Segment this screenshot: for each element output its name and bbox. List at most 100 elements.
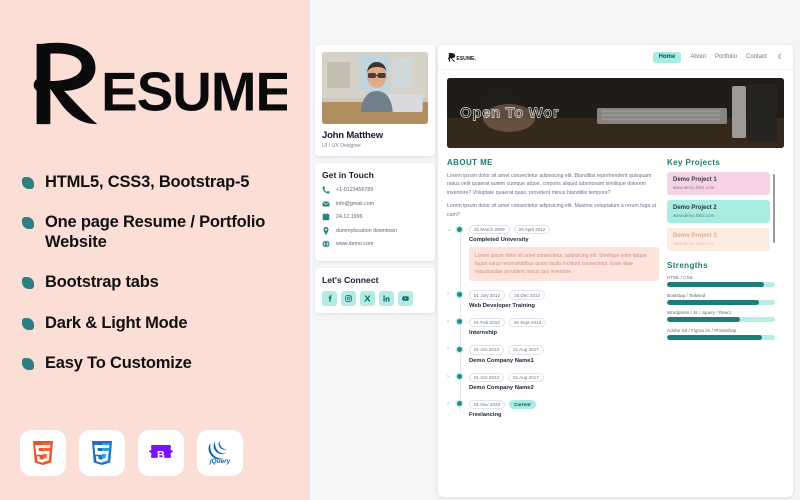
contact-value: info@gmail.com: [336, 200, 375, 207]
side-column: Key Projects Demo Project 1 www.demo.lin…: [667, 158, 775, 427]
skill-fill: [667, 299, 759, 305]
navbar-logo[interactable]: ESUME.: [447, 52, 481, 63]
youtube-icon[interactable]: [398, 290, 413, 306]
svg-text:B: B: [157, 449, 165, 461]
phone-icon: [322, 186, 330, 194]
timeline-start-date: 01 July 2012: [469, 290, 506, 300]
project-card[interactable]: Demo Project 1 www.demo.link1.com: [667, 172, 770, 195]
skill-label: Bootstap / Tailwind: [667, 292, 706, 298]
timeline-start-date: 01 Oct 2013: [469, 372, 505, 382]
nav-link-home[interactable]: Home: [652, 51, 682, 63]
timeline-item[interactable]: › 01 Feb 2013 26 Sept 2013 Internship: [447, 317, 659, 336]
status-badge: Current: [509, 399, 536, 410]
resume-logo: ESUME.: [22, 38, 287, 128]
timeline-dates: 01 Feb 2013 26 Sept 2013: [469, 317, 659, 328]
skill-label: HTML / CSS: [667, 275, 693, 280]
bullet-icon: [22, 317, 34, 330]
browser-content: ABOUT ME Lorem ipsum dolor sit amet cons…: [438, 148, 793, 427]
project-card[interactable]: Demo Project 2 www.demo.link2.com: [667, 200, 770, 223]
mail-icon: [322, 200, 330, 208]
chevron-right-icon[interactable]: ›: [447, 346, 449, 352]
timeline-item[interactable]: › 01 Oct 2013 31 Aug 2017 Demo Company N…: [447, 372, 659, 391]
moon-icon[interactable]: ☾: [778, 53, 784, 61]
bullet-icon: [22, 217, 34, 230]
project-link[interactable]: www.demo.link2.com: [673, 213, 764, 218]
instagram-icon[interactable]: [341, 290, 356, 306]
experience-timeline: ⌄ 31 March 2009 25 April 2012 Completed …: [447, 225, 659, 418]
project-name: Demo Project 1: [673, 177, 717, 183]
bullet-icon: [22, 357, 34, 370]
timeline-item[interactable]: › 01 Oct 2013 31 Aug 2017 Demo Company N…: [447, 345, 659, 364]
timeline-start-date: 01 Oct 2013: [469, 345, 505, 355]
skill-fill: [667, 334, 763, 340]
timeline-title: Web Developer Training: [469, 302, 535, 309]
bootstrap-icon: B: [148, 442, 174, 465]
chevron-down-icon[interactable]: ⌄: [447, 226, 452, 233]
feature-item: HTML5, CSS3, Bootstrap-5: [22, 172, 302, 192]
skill-label: Wordpress / Js / Jquery / React: [667, 310, 731, 315]
facebook-icon[interactable]: [322, 290, 337, 306]
bullet-icon: [22, 177, 34, 189]
bootstrap-badge: B: [138, 430, 184, 476]
feature-item: Easy To Customize: [22, 353, 302, 373]
preview-panel: John Matthew UI / UX Designer Get in Tou…: [310, 0, 800, 500]
bullet-icon: [22, 277, 34, 290]
strengths-title: Strengths: [667, 261, 708, 270]
x-twitter-icon[interactable]: [360, 290, 375, 306]
promo-panel: ESUME. HTML5, CSS3, Bootstrap-5 One page…: [0, 0, 310, 500]
contact-value: dummylocation downtown: [336, 227, 397, 234]
nav-link-portfolio[interactable]: Portfolio: [715, 54, 737, 60]
skill-item: HTML / CSS: [667, 275, 775, 287]
nav-link-about[interactable]: About: [690, 54, 706, 60]
timeline-start-date: 01 Nov 2023: [469, 399, 506, 410]
html5-badge: [20, 430, 66, 476]
about-paragraph: Lorem ipsum dolor sit amet consectetur a…: [447, 203, 657, 218]
skill-fill: [667, 317, 741, 322]
main-column: ABOUT ME Lorem ipsum dolor sit amet cons…: [447, 158, 659, 427]
chevron-right-icon[interactable]: ›: [447, 401, 449, 407]
nav-link-contact[interactable]: Contact: [746, 54, 767, 60]
chevron-right-icon[interactable]: ›: [447, 374, 449, 380]
feature-label: Easy To Customize: [45, 353, 192, 372]
timeline-dates: 01 Oct 2013 31 Aug 2017: [469, 372, 659, 382]
feature-item: One page Resume / Portfolio Website: [22, 212, 302, 252]
timeline-item[interactable]: › 01 Nov 2023 Current Freelancing: [447, 399, 659, 418]
project-name: Demo Project 3: [673, 233, 717, 239]
hero-banner: Open To Wor: [447, 78, 784, 148]
timeline-start-date: 01 Feb 2013: [469, 317, 505, 328]
chevron-right-icon[interactable]: ›: [447, 291, 449, 297]
chevron-right-icon[interactable]: ›: [447, 319, 449, 325]
contact-value: www.demo.com: [336, 241, 374, 247]
contact-item-website[interactable]: www.demo.com: [322, 240, 428, 248]
timeline-body: Lorem ipsum dolor sit amet consectetur, …: [469, 247, 659, 282]
feature-label: Bootstrap tabs: [45, 273, 159, 292]
timeline-item[interactable]: › 01 July 2012 25 Dec 2012 Web Developer…: [447, 290, 659, 309]
projects-title: Key Projects: [667, 158, 721, 167]
html5-icon: [32, 440, 54, 466]
contact-item-phone[interactable]: +1-0123456789: [322, 186, 428, 194]
timeline-dot: [456, 346, 462, 352]
key-projects-section: Key Projects Demo Project 1 www.demo.lin…: [667, 158, 775, 251]
social-links: [322, 290, 428, 306]
location-icon: [322, 226, 330, 235]
timeline-item[interactable]: ⌄ 31 March 2009 25 April 2012 Completed …: [447, 225, 659, 282]
project-name: Demo Project 2: [673, 205, 717, 211]
project-card[interactable]: Demo Project 3 www.demo.link3.com: [667, 228, 770, 251]
project-link[interactable]: www.demo.link1.com: [673, 185, 764, 190]
linkedin-icon[interactable]: [379, 290, 394, 306]
timeline-start-date: 31 March 2009: [469, 225, 510, 235]
timeline-title: Completed University: [469, 237, 529, 244]
timeline-dot: [456, 401, 462, 407]
timeline-dates: 01 Nov 2023 Current: [469, 399, 659, 410]
project-link[interactable]: www.demo.link3.com: [673, 241, 764, 246]
contact-value: 24.12.1996: [336, 214, 363, 220]
profile-card: John Matthew UI / UX Designer: [315, 45, 435, 156]
contact-item-email[interactable]: info@gmail.com: [322, 200, 428, 208]
timeline-title: Demo Company Name2: [469, 384, 534, 391]
contact-card: Get in Touch +1-0123456789 info@gmail.co…: [315, 163, 435, 261]
feature-label: Dark & Light Mode: [45, 313, 188, 332]
timeline-title: Demo Company Name1: [469, 357, 534, 364]
projects-scroll-area[interactable]: Demo Project 1 www.demo.link1.com Demo P…: [667, 172, 775, 251]
timeline-dates: 01 Oct 2013 31 Aug 2017: [469, 345, 659, 355]
timeline-end-date: 25 April 2012: [513, 225, 551, 235]
